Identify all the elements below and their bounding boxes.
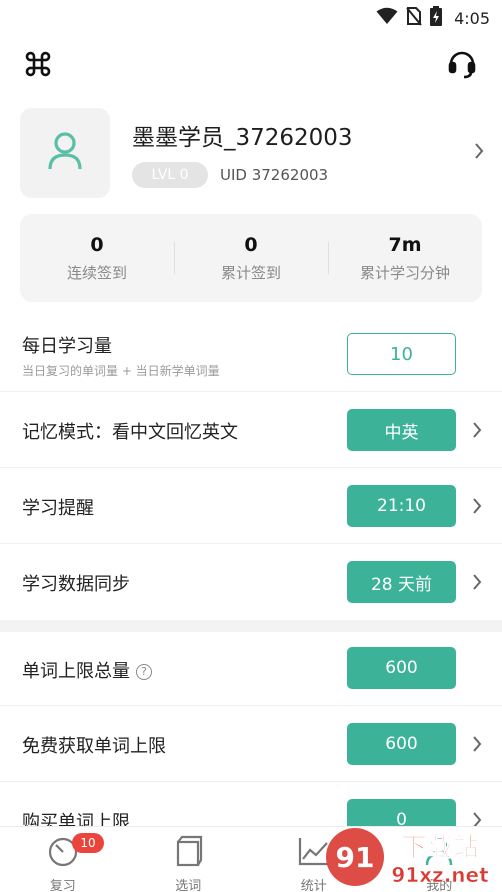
row-title-text: 单词上限总量: [22, 661, 130, 682]
stat-label: 累计签到: [220, 263, 281, 282]
wifi-icon: [376, 7, 398, 29]
row-title: 单词上限总量?: [22, 657, 152, 683]
user-id: UID 37262003: [220, 166, 329, 184]
svg-text:91xz.net: 91xz.net: [391, 863, 489, 887]
stat-value: 0: [90, 233, 104, 256]
status-icons: 4:05: [376, 6, 490, 30]
row-title: 每日学习量: [22, 336, 112, 357]
stat-value: 7m: [388, 233, 422, 256]
tab-label: 统计: [300, 879, 327, 892]
stat-value: 0: [244, 233, 258, 256]
stat-label: 累计学习分钟: [359, 263, 450, 282]
row-subtitle: 当日复习的单词量 + 当日新学单词量: [22, 364, 220, 378]
row-title: 免费获取单词上限: [22, 736, 166, 757]
user-outline-icon: [47, 131, 83, 175]
avatar[interactable]: [20, 108, 110, 198]
no-sim-icon: [406, 6, 422, 30]
question-circle-icon[interactable]: ?: [136, 663, 152, 680]
watermark-logo: 91 下载站 91xz.net: [324, 826, 500, 888]
reminder-row[interactable]: 学习提醒 21:10: [0, 468, 502, 544]
daily-amount-row[interactable]: 每日学习量 当日复习的单词量 + 当日新学单词量 10: [0, 316, 502, 392]
stats-card: 0 连续签到 0 累计签到 7m 累计学习分钟: [20, 214, 482, 302]
svg-text:下载站: 下载站: [401, 833, 479, 863]
free-limit-button[interactable]: 600: [347, 723, 456, 765]
status-bar: 4:05: [0, 0, 502, 36]
reminder-time-button[interactable]: 21:10: [347, 485, 456, 527]
memory-mode-row[interactable]: 记忆模式：看中文回忆英文 中英: [0, 392, 502, 468]
tab-label: 复习: [49, 879, 76, 892]
review-count-badge: 10: [72, 833, 104, 853]
chevron-right-icon: [472, 735, 482, 757]
stat-total-checkin: 0 累计签到: [174, 214, 328, 302]
chevron-right-icon: [472, 573, 482, 595]
tab-review[interactable]: 10 复习: [0, 827, 126, 892]
battery-charging-icon: [430, 6, 443, 30]
level-badge: LVL 0: [132, 162, 208, 188]
status-time: 4:05: [454, 8, 490, 28]
chevron-right-icon: [472, 421, 482, 443]
sync-status-button[interactable]: 28 天前: [347, 561, 456, 603]
book-icon: [173, 835, 203, 871]
row-title: 学习数据同步: [22, 574, 130, 595]
word-limit-row: 单词上限总量? 600: [0, 630, 502, 706]
profile-header[interactable]: 墨墨学员_37262003 LVL 0 UID 37262003: [20, 108, 490, 200]
daily-amount-input[interactable]: 10: [347, 333, 456, 375]
profile-name: 墨墨学员_37262003: [132, 125, 353, 151]
stat-study-minutes: 7m 累计学习分钟: [328, 214, 482, 302]
svg-text:91: 91: [336, 841, 375, 874]
stat-label: 连续签到: [66, 263, 127, 282]
chevron-right-icon: [472, 497, 482, 519]
row-title: 记忆模式：看中文回忆英文: [22, 422, 238, 443]
top-bar: [0, 44, 502, 84]
chevron-right-icon: [474, 142, 484, 164]
data-sync-row[interactable]: 学习数据同步 28 天前: [0, 544, 502, 620]
command-icon[interactable]: [22, 48, 54, 80]
headset-icon[interactable]: [446, 48, 478, 80]
row-title: 学习提醒: [22, 498, 94, 519]
tab-select-words[interactable]: 选词: [126, 827, 252, 892]
stat-streak-checkin: 0 连续签到: [20, 214, 174, 302]
word-limit-value: 600: [347, 647, 456, 689]
tab-label: 选词: [175, 879, 202, 892]
free-limit-row[interactable]: 免费获取单词上限 600: [0, 706, 502, 782]
memory-mode-button[interactable]: 中英: [347, 409, 456, 451]
